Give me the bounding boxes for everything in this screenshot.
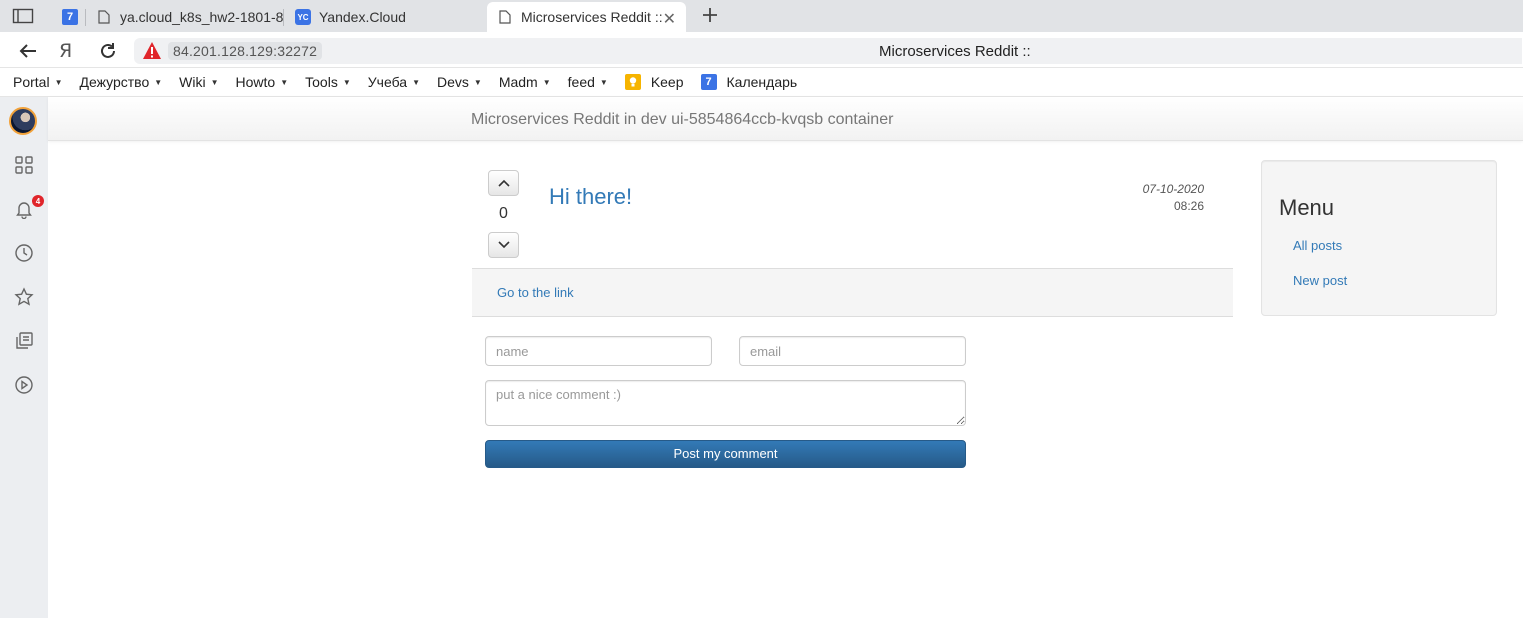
play-icon[interactable] bbox=[12, 373, 36, 397]
chevron-up-icon bbox=[497, 179, 510, 187]
app-navbar: Microservices Reddit in dev ui-5854864cc… bbox=[48, 97, 1523, 141]
tab-title: Yandex.Cloud bbox=[319, 9, 406, 25]
tab-separator bbox=[283, 9, 284, 26]
post-footer: Go to the link bbox=[472, 268, 1233, 317]
caret-down-icon: ▼ bbox=[599, 77, 608, 87]
comment-field[interactable] bbox=[485, 380, 966, 426]
bookmark-label: Howto bbox=[235, 74, 276, 90]
caret-down-icon: ▼ bbox=[542, 77, 551, 87]
caret-down-icon: ▼ bbox=[473, 77, 482, 87]
tab-document[interactable]: ya.cloud_k8s_hw2-1801-89c bbox=[88, 2, 284, 32]
bookmark-label: Madm bbox=[498, 74, 538, 90]
post-link[interactable]: Go to the link bbox=[497, 285, 574, 300]
bookmark-keep[interactable]: Keep bbox=[624, 74, 684, 90]
bookmark-madm[interactable]: Madm ▼ bbox=[499, 74, 551, 90]
caret-down-icon: ▼ bbox=[54, 77, 63, 87]
bookmark-howto[interactable]: Howto ▼ bbox=[236, 74, 289, 90]
menu-item-new-post[interactable]: New post bbox=[1293, 273, 1347, 288]
bookmarks-bar: Portal ▼ Дежурство ▼ Wiki ▼ Howto ▼ Tools ▼ У… bbox=[0, 68, 1523, 97]
star-icon[interactable] bbox=[12, 285, 36, 309]
keep-icon bbox=[624, 74, 641, 90]
document-icon bbox=[497, 9, 513, 25]
bookmark-devs[interactable]: Devs ▼ bbox=[437, 74, 482, 90]
calendar-favicon-icon: 7 bbox=[62, 9, 78, 25]
caret-down-icon: ▼ bbox=[280, 77, 289, 87]
post-time: 08:26 bbox=[1173, 199, 1204, 213]
bookmark-label: feed bbox=[567, 74, 595, 90]
browser-sidebar: 4 bbox=[0, 97, 48, 618]
upvote-button[interactable] bbox=[488, 170, 519, 196]
bookmark-label: Календарь bbox=[726, 74, 798, 90]
notification-badge: 4 bbox=[32, 195, 44, 207]
bookmark-tools[interactable]: Tools ▼ bbox=[305, 74, 351, 90]
caret-down-icon: ▼ bbox=[154, 77, 163, 87]
caret-down-icon: ▼ bbox=[210, 77, 219, 87]
page-title: Microservices Reddit :: bbox=[879, 43, 1031, 60]
bookmark-label: Учеба bbox=[367, 74, 408, 90]
yandex-cloud-favicon-icon: YC bbox=[295, 9, 311, 25]
post-comment-button[interactable]: Post my comment bbox=[485, 440, 966, 468]
yandex-logo[interactable]: Я bbox=[59, 40, 72, 62]
bookmark-label: Дежурство bbox=[79, 74, 150, 90]
chevron-down-icon bbox=[497, 241, 510, 249]
tab-microservices-reddit[interactable]: Microservices Reddit :: ✕ bbox=[487, 2, 686, 32]
address-bar: Я 84.201.128.129:32272 Microservices Red… bbox=[0, 32, 1523, 68]
calendar-icon: 7 bbox=[700, 74, 717, 90]
bookmark-feed[interactable]: feed ▼ bbox=[568, 74, 608, 90]
sidebar-toggle-icon[interactable] bbox=[12, 8, 34, 24]
history-clock-icon[interactable] bbox=[12, 241, 36, 265]
tab-title: Microservices Reddit :: bbox=[521, 9, 663, 25]
omnibox[interactable]: 84.201.128.129:32272 Microservices Reddi… bbox=[134, 38, 1522, 64]
bookmark-calendar[interactable]: 7 Календарь bbox=[700, 74, 798, 90]
post-date: 07-10-2020 bbox=[1142, 182, 1204, 196]
bookmark-label: Portal bbox=[13, 74, 50, 90]
email-field[interactable] bbox=[739, 336, 966, 366]
menu-title: Menu bbox=[1279, 195, 1335, 220]
tab-separator bbox=[85, 9, 86, 26]
bookmark-wiki[interactable]: Wiki ▼ bbox=[179, 74, 218, 90]
document-icon bbox=[96, 9, 112, 25]
services-grid-icon[interactable] bbox=[12, 153, 36, 177]
tab-yandex-cloud[interactable]: YC Yandex.Cloud bbox=[288, 2, 484, 32]
tab-calendar[interactable]: 7 bbox=[54, 2, 86, 32]
app-brand[interactable]: Microservices Reddit in dev ui-5854864cc… bbox=[471, 111, 893, 129]
post-timestamp: 07-10-2020 08:26 bbox=[1143, 181, 1204, 215]
caret-down-icon: ▼ bbox=[412, 77, 420, 87]
back-arrow-icon[interactable] bbox=[18, 41, 38, 61]
bookmark-duty[interactable]: Дежурство ▼ bbox=[80, 74, 163, 90]
collections-icon[interactable] bbox=[12, 329, 36, 353]
caret-down-icon: ▼ bbox=[342, 77, 351, 87]
bookmark-label: Keep bbox=[650, 74, 684, 90]
warning-icon[interactable] bbox=[142, 41, 162, 61]
new-tab-icon[interactable] bbox=[700, 5, 720, 25]
avatar[interactable] bbox=[9, 107, 37, 135]
bookmark-label: Devs bbox=[436, 74, 469, 90]
menu-panel: Menu All posts New post bbox=[1261, 160, 1497, 316]
name-field[interactable] bbox=[485, 336, 712, 366]
vote-count: 0 bbox=[499, 205, 508, 222]
post-card: 0 Hi there! 07-10-2020 08:26 Go to the l… bbox=[472, 160, 1233, 318]
tab-bar: 7 ya.cloud_k8s_hw2-1801-89c YC Yandex.Cl… bbox=[0, 0, 1523, 32]
bookmark-label: Wiki bbox=[179, 74, 206, 90]
menu-item-all-posts[interactable]: All posts bbox=[1293, 238, 1342, 253]
url-text[interactable]: 84.201.128.129:32272 bbox=[168, 42, 323, 60]
downvote-button[interactable] bbox=[488, 232, 519, 258]
web-page: Microservices Reddit in dev ui-5854864cc… bbox=[48, 97, 1523, 618]
post-title[interactable]: Hi there! bbox=[549, 184, 632, 210]
bookmark-label: Tools bbox=[305, 74, 338, 90]
bookmark-portal[interactable]: Portal ▼ bbox=[13, 74, 63, 90]
close-icon[interactable]: ✕ bbox=[663, 9, 676, 29]
reload-icon[interactable] bbox=[98, 41, 118, 61]
bookmark-study[interactable]: Учеба ▼ bbox=[368, 74, 420, 90]
tab-title: ya.cloud_k8s_hw2-1801-89c bbox=[120, 9, 284, 25]
